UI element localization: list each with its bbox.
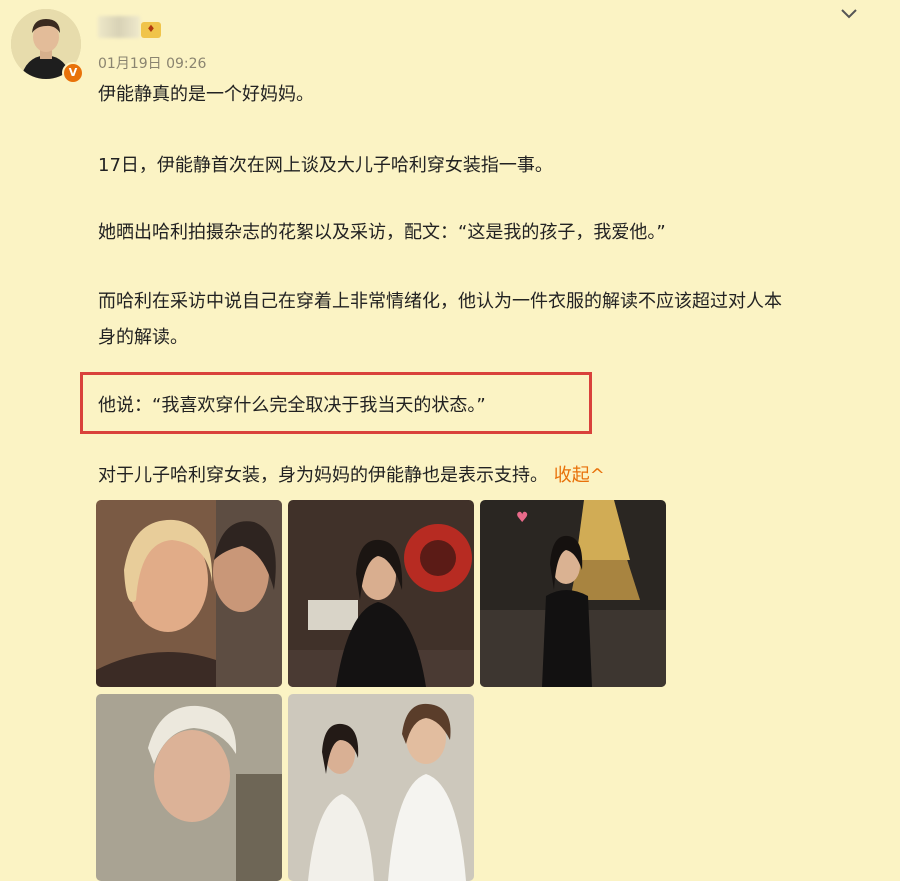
username-blurred[interactable] xyxy=(98,16,140,38)
post-timestamp: 01月19日 09:26 xyxy=(98,56,207,72)
post-image-3[interactable]: ♥ xyxy=(480,500,666,687)
post-paragraph: 她晒出哈利拍摄杂志的花絮以及采访，配文：“这是我的孩子，我爱他。” xyxy=(98,222,666,243)
svg-text:♥: ♥ xyxy=(516,510,529,526)
verified-icon: V xyxy=(62,62,84,84)
post-paragraph: 伊能静真的是一个好妈妈。 xyxy=(98,84,314,105)
post-paragraph: 身的解读。 xyxy=(98,327,188,348)
post-image-4[interactable] xyxy=(96,694,282,881)
vip-badge-icon: ♦ xyxy=(141,22,161,38)
post-image-1[interactable] xyxy=(96,500,282,687)
highlighted-quote: 他说：“我喜欢穿什么完全取决于我当天的状态。” xyxy=(98,395,486,416)
post-paragraph: 17日，伊能静首次在网上谈及大儿子哈利穿女装指一事。 xyxy=(98,155,553,176)
post-paragraph: 而哈利在采访中说自己在穿着上非常情绪化，他认为一件衣服的解读不应该超过对人本 xyxy=(98,291,782,312)
post-paragraph: 对于儿子哈利穿女装，身为妈妈的伊能静也是表示支持。 收起^ xyxy=(98,462,605,490)
collapse-link[interactable]: 收起^ xyxy=(554,465,605,486)
post-image-2[interactable] xyxy=(288,500,474,687)
chevron-down-icon[interactable] xyxy=(838,2,860,24)
post-paragraph-text: 对于儿子哈利穿女装，身为妈妈的伊能静也是表示支持。 xyxy=(98,465,548,486)
post-image-5[interactable] xyxy=(288,694,474,881)
